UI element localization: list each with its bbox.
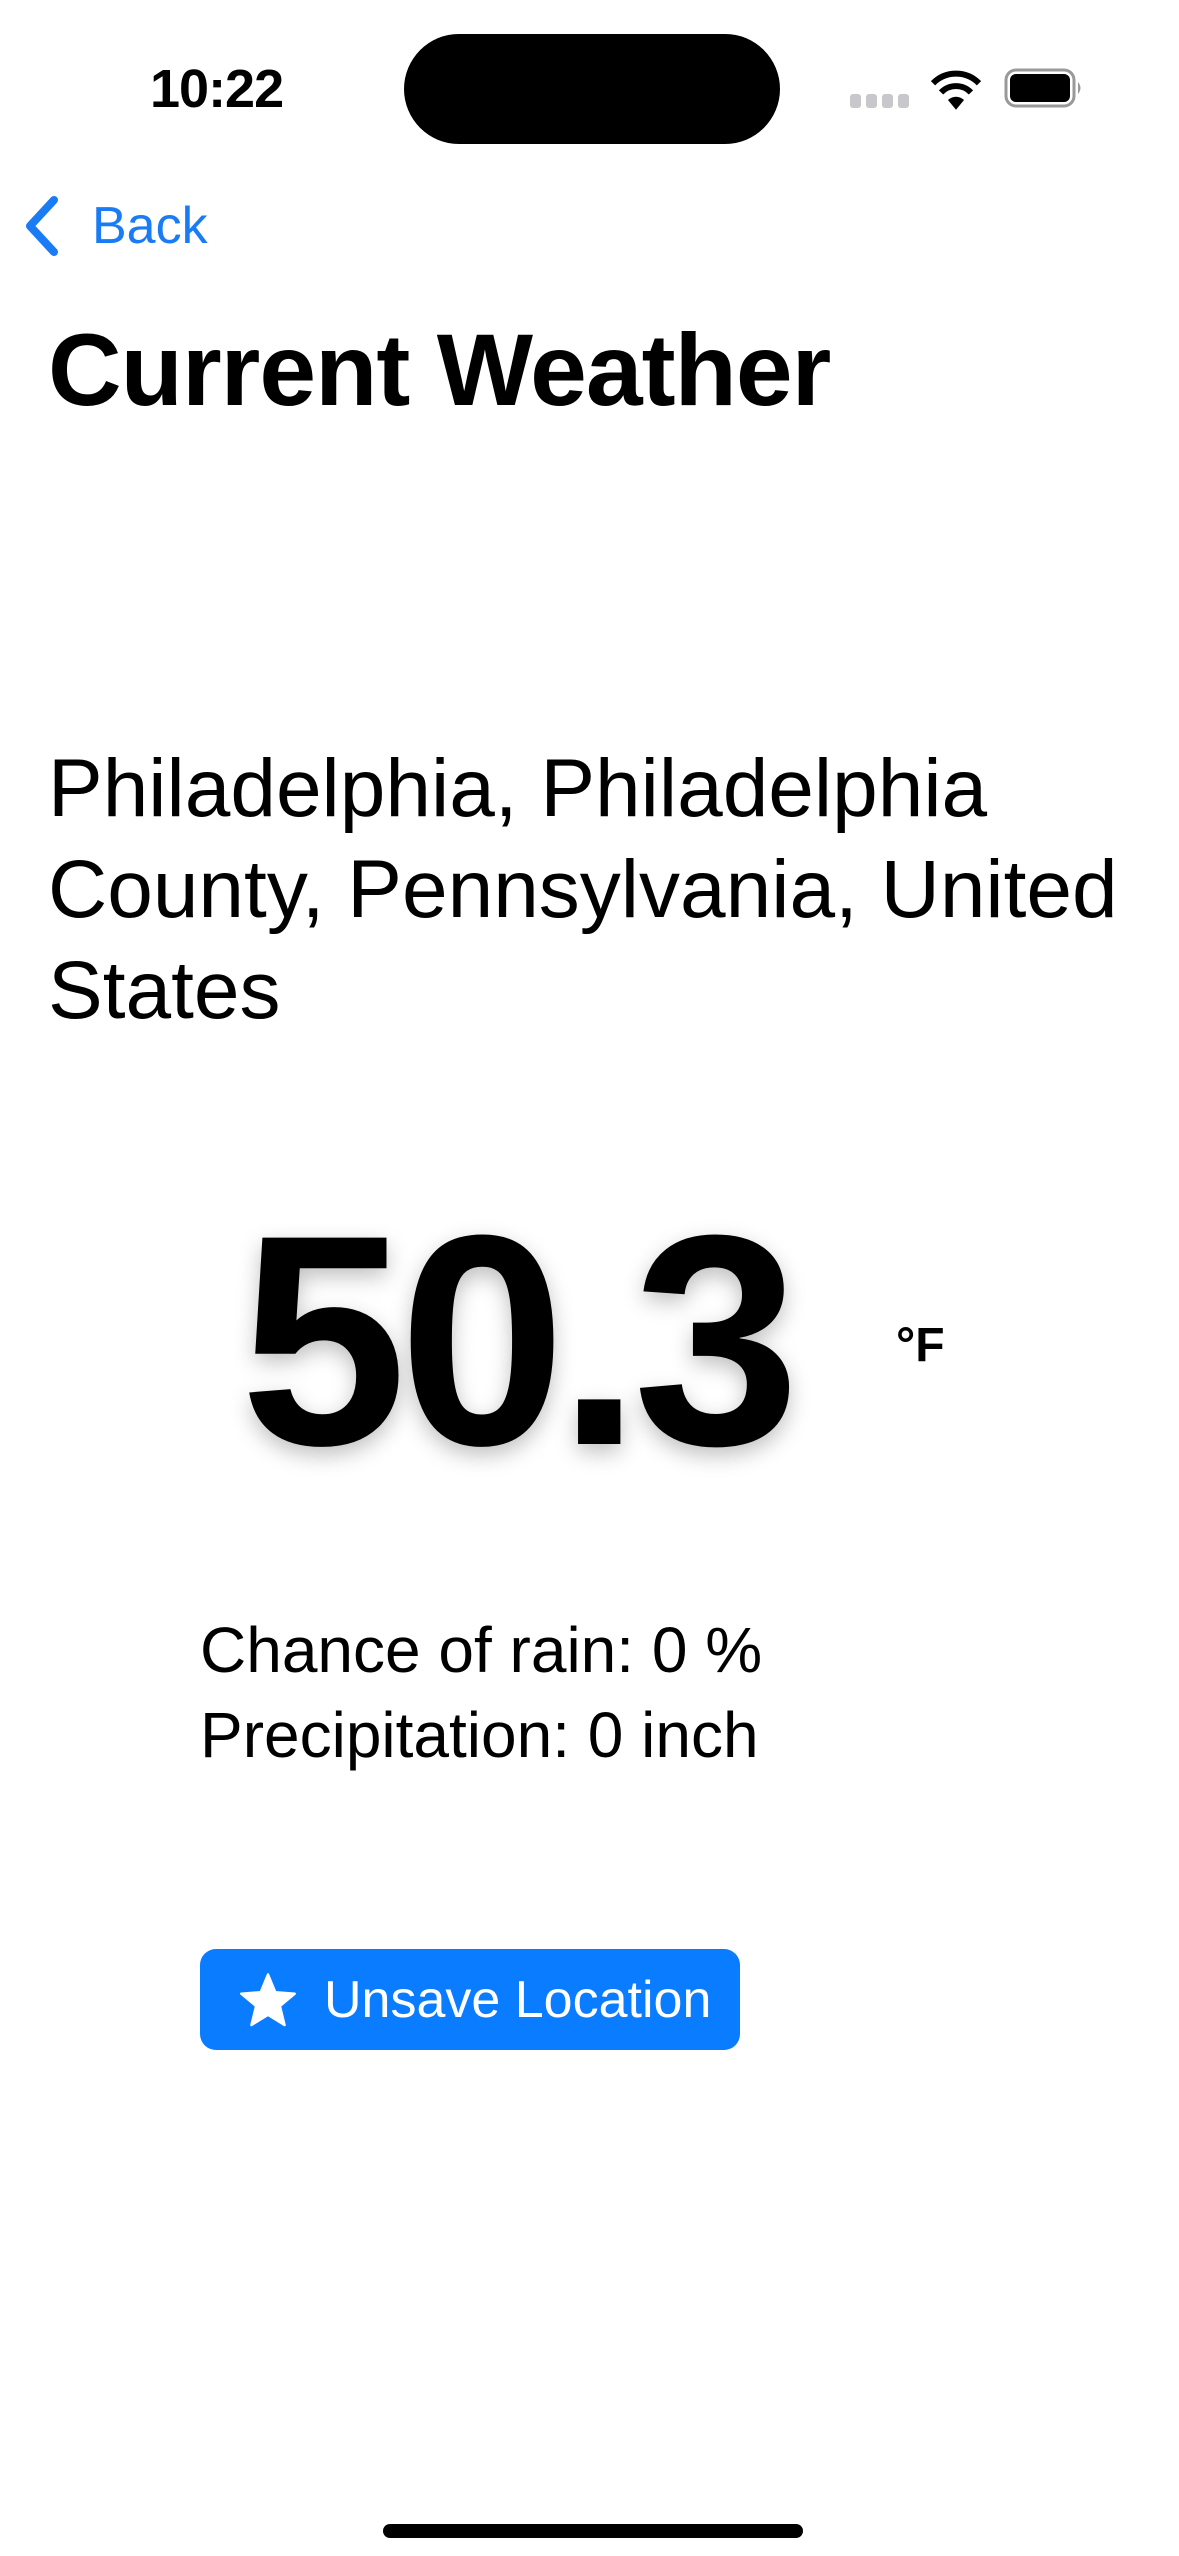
temperature-unit: °F xyxy=(896,1319,945,1372)
chevron-left-icon xyxy=(26,196,58,256)
home-indicator[interactable] xyxy=(383,2524,803,2538)
temperature-value: 50.3 xyxy=(240,1172,800,1508)
cellular-signal-icon xyxy=(850,94,909,108)
location-name: Philadelphia, Philadelphia County, Penns… xyxy=(48,743,1118,1036)
battery-icon xyxy=(1004,68,1081,108)
unsave-location-label: Unsave Location xyxy=(324,1970,712,2029)
back-label: Back xyxy=(92,197,208,255)
wifi-icon xyxy=(930,70,982,110)
unsave-location-button[interactable]: Unsave Location xyxy=(200,1949,740,2050)
back-button[interactable]: Back xyxy=(22,196,208,256)
chance-of-rain: Chance of rain: 0 % xyxy=(200,1614,763,1686)
page-title: Current Weather xyxy=(48,313,831,427)
status-time: 10:22 xyxy=(150,59,284,119)
precipitation: Precipitation: 0 inch xyxy=(200,1699,759,1771)
star-icon xyxy=(240,1972,296,2026)
weather-details: Chance of rain: 0 % Precipitation: 0 inc… xyxy=(200,1608,762,1778)
dynamic-island xyxy=(404,34,780,144)
